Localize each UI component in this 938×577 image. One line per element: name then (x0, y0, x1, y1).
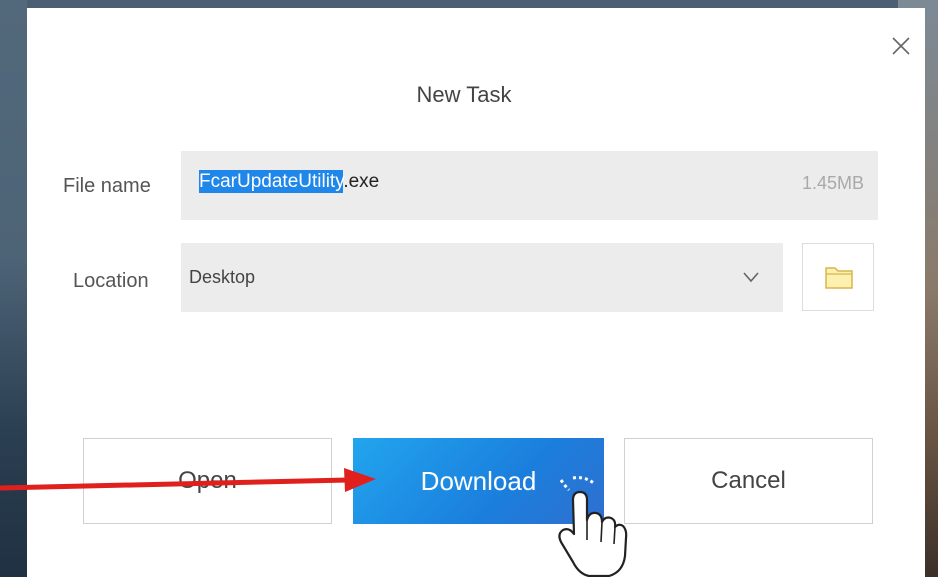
hand-pointer-icon (558, 476, 628, 577)
file-name-selection: FcarUpdateUtility (199, 170, 344, 193)
location-label: Location (73, 270, 149, 292)
chevron-down-icon[interactable] (742, 270, 760, 284)
browse-folder-button[interactable] (802, 243, 874, 311)
file-name-field[interactable]: FcarUpdateUtility.exe 1.45MB (181, 151, 878, 220)
file-extension: .exe (343, 171, 380, 192)
red-arrow-icon (0, 468, 376, 492)
file-name-label: File name (63, 175, 151, 197)
location-value: Desktop (189, 267, 256, 287)
close-icon[interactable] (889, 34, 913, 58)
file-size: 1.45MB (801, 173, 864, 193)
folder-icon (825, 267, 853, 289)
cancel-button[interactable]: Cancel (624, 438, 873, 524)
location-select[interactable]: Desktop (181, 243, 783, 312)
dialog-title: New Task (416, 82, 512, 107)
file-name-value[interactable]: FcarUpdateUtility.exe (199, 170, 380, 193)
